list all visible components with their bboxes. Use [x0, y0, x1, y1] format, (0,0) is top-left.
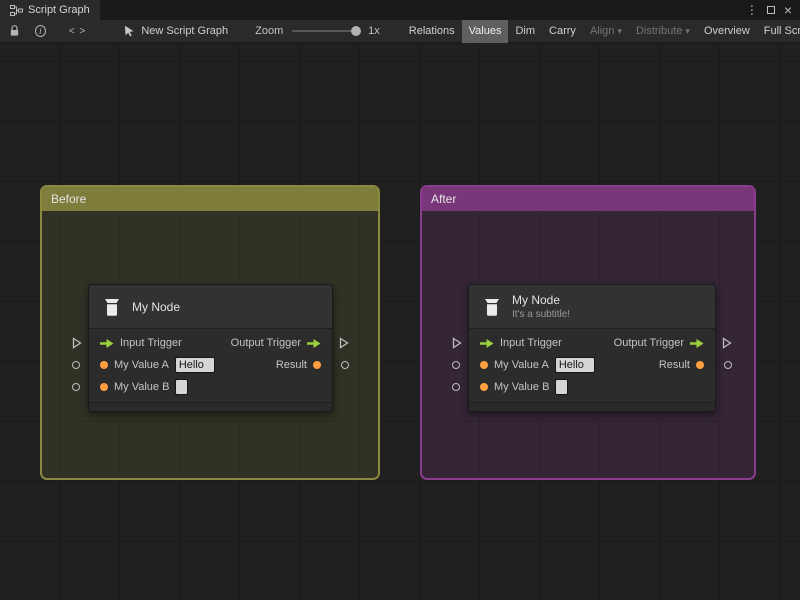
node-icon	[481, 296, 503, 318]
node-my-node-before[interactable]: My Node Input Trigger Output Trigger My …	[72, 284, 349, 412]
node-icon	[101, 296, 123, 318]
lock-icon[interactable]	[9, 25, 20, 37]
flow-output-port[interactable]	[339, 337, 349, 349]
flow-input-port[interactable]	[452, 337, 462, 349]
flow-arrow-icon	[307, 338, 321, 349]
value-input-port[interactable]	[452, 361, 460, 369]
node-body: Input Trigger Output Trigger My Value A …	[452, 329, 732, 402]
fullscreen-button[interactable]: Full Screen	[757, 20, 800, 43]
port-row-value-b: My Value B	[72, 376, 332, 398]
flow-arrow-icon	[480, 338, 494, 349]
value-b-input[interactable]	[555, 379, 569, 395]
port-label: Input Trigger	[500, 337, 562, 349]
tab-script-graph[interactable]: Script Graph	[0, 0, 100, 20]
port-label: Result	[275, 359, 307, 371]
value-dot-icon	[480, 361, 488, 369]
port-label: Result	[658, 359, 690, 371]
chevron-down-icon: ▾	[617, 25, 622, 36]
zoom-slider-knob[interactable]	[351, 26, 362, 36]
group-title: After	[431, 192, 457, 206]
group-title: Before	[51, 192, 87, 206]
value-dot-icon	[696, 361, 704, 369]
value-b-input[interactable]	[175, 379, 189, 395]
port-label: My Value A	[494, 359, 549, 371]
zoom-label: Zoom	[255, 25, 284, 37]
group-after-header[interactable]: After	[422, 187, 754, 211]
port-label: Input Trigger	[120, 337, 182, 349]
node-title: My Node	[512, 293, 561, 307]
info-icon[interactable]: i	[35, 25, 46, 37]
zoom-slider[interactable]	[292, 20, 362, 42]
node-header[interactable]: My Node	[89, 285, 332, 329]
port-row-value-a: My Value A Result	[452, 354, 732, 376]
node-title: My Node	[132, 299, 181, 314]
node-footer	[469, 402, 715, 411]
node-footer	[89, 402, 332, 411]
graph-name-label[interactable]: New Script Graph	[141, 25, 228, 37]
menu-icon[interactable]: ⋮	[746, 4, 758, 16]
flow-input-port[interactable]	[72, 337, 82, 349]
close-icon[interactable]: ×	[784, 3, 792, 17]
port-row-value-a: My Value A Result	[72, 354, 349, 376]
relations-button[interactable]: Relations	[402, 20, 462, 43]
values-button[interactable]: Values	[461, 19, 509, 43]
toolbar: i < > New Script Graph Zoom 1x Relations…	[0, 19, 800, 43]
value-dot-icon	[100, 383, 108, 391]
port-label: Output Trigger	[613, 337, 684, 349]
node-body: Input Trigger Output Trigger My Value A …	[72, 329, 349, 402]
dim-button[interactable]: Dim	[508, 20, 542, 43]
window-controls: ⋮ ×	[746, 0, 800, 20]
carry-button[interactable]: Carry	[542, 20, 583, 43]
align-button[interactable]: Align ▾	[583, 20, 629, 43]
value-input-port[interactable]	[72, 361, 80, 369]
value-dot-icon	[313, 361, 321, 369]
node-my-node-after[interactable]: My Node It's a subtitle! Input Trigger O…	[452, 284, 732, 412]
port-label: My Value A	[114, 359, 169, 371]
value-output-port[interactable]	[341, 361, 349, 369]
port-row-value-b: My Value B	[452, 376, 715, 398]
flow-output-port[interactable]	[722, 337, 732, 349]
value-output-port[interactable]	[724, 361, 732, 369]
distribute-label: Distribute	[635, 24, 683, 37]
graph-canvas[interactable]: Before After My Node Input Trigger Outpu…	[0, 43, 800, 600]
port-label: My Value B	[114, 381, 170, 393]
overview-button[interactable]: Overview	[697, 20, 757, 43]
node-subtitle: It's a subtitle!	[512, 309, 571, 320]
tab-bar: Script Graph ⋮ ×	[0, 0, 800, 20]
chevron-down-icon: ▾	[685, 25, 690, 36]
port-label: My Value B	[494, 381, 550, 393]
value-a-input[interactable]	[554, 357, 595, 373]
flow-arrow-icon	[690, 338, 704, 349]
group-before-header[interactable]: Before	[42, 187, 378, 211]
code-icon[interactable]: < >	[69, 26, 86, 37]
value-dot-icon	[480, 383, 488, 391]
distribute-button[interactable]: Distribute ▾	[629, 20, 697, 43]
tab-title: Script Graph	[28, 4, 90, 16]
value-input-port[interactable]	[72, 383, 80, 391]
port-label: Output Trigger	[230, 337, 301, 349]
value-dot-icon	[100, 361, 108, 369]
graph-pointer-icon	[124, 25, 135, 37]
port-row-trigger: Input Trigger Output Trigger	[72, 332, 349, 354]
maximize-icon[interactable]	[766, 6, 775, 14]
zoom-value: 1x	[368, 25, 380, 37]
value-a-input[interactable]	[174, 357, 215, 373]
flow-arrow-icon	[100, 338, 114, 349]
value-input-port[interactable]	[452, 383, 460, 391]
graph-icon	[10, 4, 23, 16]
align-label: Align	[589, 24, 615, 37]
port-row-trigger: Input Trigger Output Trigger	[452, 332, 732, 354]
node-header[interactable]: My Node It's a subtitle!	[469, 285, 715, 329]
